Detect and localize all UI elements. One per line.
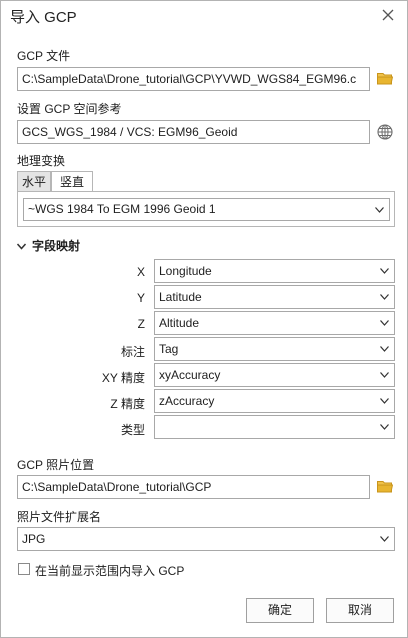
field-mapping-title: 字段映射 xyxy=(32,239,81,253)
map-value-z-accuracy: zAccuracy xyxy=(159,394,215,408)
chevron-down-icon xyxy=(380,536,389,542)
browse-folder-icon[interactable] xyxy=(377,480,393,493)
chevron-down-icon xyxy=(380,398,389,404)
geo-transform-value: ~WGS 1984 To EGM 1996 Geoid 1 xyxy=(28,202,216,216)
import-extent-checkbox[interactable] xyxy=(18,563,30,575)
chevron-down-icon xyxy=(380,320,389,326)
chevron-down-icon xyxy=(380,294,389,300)
map-select-z[interactable]: Altitude xyxy=(154,311,395,335)
tab-vertical[interactable]: 竖直 xyxy=(51,171,93,192)
import-gcp-dialog: 导入 GCP GCP 文件 C:\SampleData\Drone_tutori… xyxy=(0,0,408,638)
tab-horizontal[interactable]: 水平 xyxy=(17,171,51,192)
dialog-title: 导入 GCP xyxy=(10,9,77,26)
chevron-down-icon xyxy=(380,372,389,378)
geo-transform-label: 地理变换 xyxy=(17,154,66,168)
photo-ext-label: 照片文件扩展名 xyxy=(17,510,102,524)
close-icon[interactable] xyxy=(381,8,395,22)
spatial-ref-label: 设置 GCP 空间参考 xyxy=(17,102,122,116)
chevron-down-icon xyxy=(380,268,389,274)
map-select-xy-accuracy[interactable]: xyAccuracy xyxy=(154,363,395,387)
spatial-ref-value: GCS_WGS_1984 / VCS: EGM96_Geoid xyxy=(22,125,238,139)
map-select-type[interactable] xyxy=(154,415,395,439)
gcp-file-label: GCP 文件 xyxy=(17,49,71,63)
photo-location-input[interactable]: C:\SampleData\Drone_tutorial\GCP xyxy=(17,475,370,499)
gcp-file-value: C:\SampleData\Drone_tutorial\GCP\YVWD_WG… xyxy=(22,72,357,86)
map-label-tag: 标注 xyxy=(120,345,145,359)
map-value-z: Altitude xyxy=(159,316,200,330)
map-select-x[interactable]: Longitude xyxy=(154,259,395,283)
cancel-button[interactable]: 取消 xyxy=(326,598,394,623)
import-extent-label: 在当前显示范围内导入 GCP xyxy=(35,564,185,578)
geo-transform-select[interactable]: ~WGS 1984 To EGM 1996 Geoid 1 xyxy=(23,198,390,221)
map-value-x: Longitude xyxy=(159,264,212,278)
field-mapping-header[interactable]: 字段映射 xyxy=(16,237,81,254)
globe-icon[interactable] xyxy=(377,124,393,140)
spatial-ref-input[interactable]: GCS_WGS_1984 / VCS: EGM96_Geoid xyxy=(17,120,370,144)
photo-location-value: C:\SampleData\Drone_tutorial\GCP xyxy=(22,480,212,494)
photo-ext-value: JPG xyxy=(22,532,46,546)
map-value-xy-accuracy: xyAccuracy xyxy=(159,368,221,382)
map-label-z: Z xyxy=(137,317,145,331)
map-label-xy-accuracy: XY 精度 xyxy=(101,371,145,385)
map-label-y: Y xyxy=(136,291,145,305)
map-value-y: Latitude xyxy=(159,290,202,304)
browse-folder-icon[interactable] xyxy=(377,72,393,85)
photo-ext-select[interactable]: JPG xyxy=(17,527,395,551)
map-value-tag: Tag xyxy=(159,342,179,356)
map-select-y[interactable]: Latitude xyxy=(154,285,395,309)
chevron-down-icon xyxy=(375,207,384,213)
map-label-x: X xyxy=(136,265,145,279)
geo-transform-panel: ~WGS 1984 To EGM 1996 Geoid 1 xyxy=(17,191,395,227)
photo-location-label: GCP 照片位置 xyxy=(17,458,95,472)
gcp-file-input[interactable]: C:\SampleData\Drone_tutorial\GCP\YVWD_WG… xyxy=(17,67,370,91)
map-select-z-accuracy[interactable]: zAccuracy xyxy=(154,389,395,413)
chevron-down-icon xyxy=(380,346,389,352)
map-label-z-accuracy: Z 精度 xyxy=(110,397,145,411)
map-select-tag[interactable]: Tag xyxy=(154,337,395,361)
map-label-type: 类型 xyxy=(120,423,145,437)
chevron-down-icon xyxy=(16,243,27,250)
chevron-down-icon xyxy=(380,424,389,430)
ok-button[interactable]: 确定 xyxy=(246,598,314,623)
